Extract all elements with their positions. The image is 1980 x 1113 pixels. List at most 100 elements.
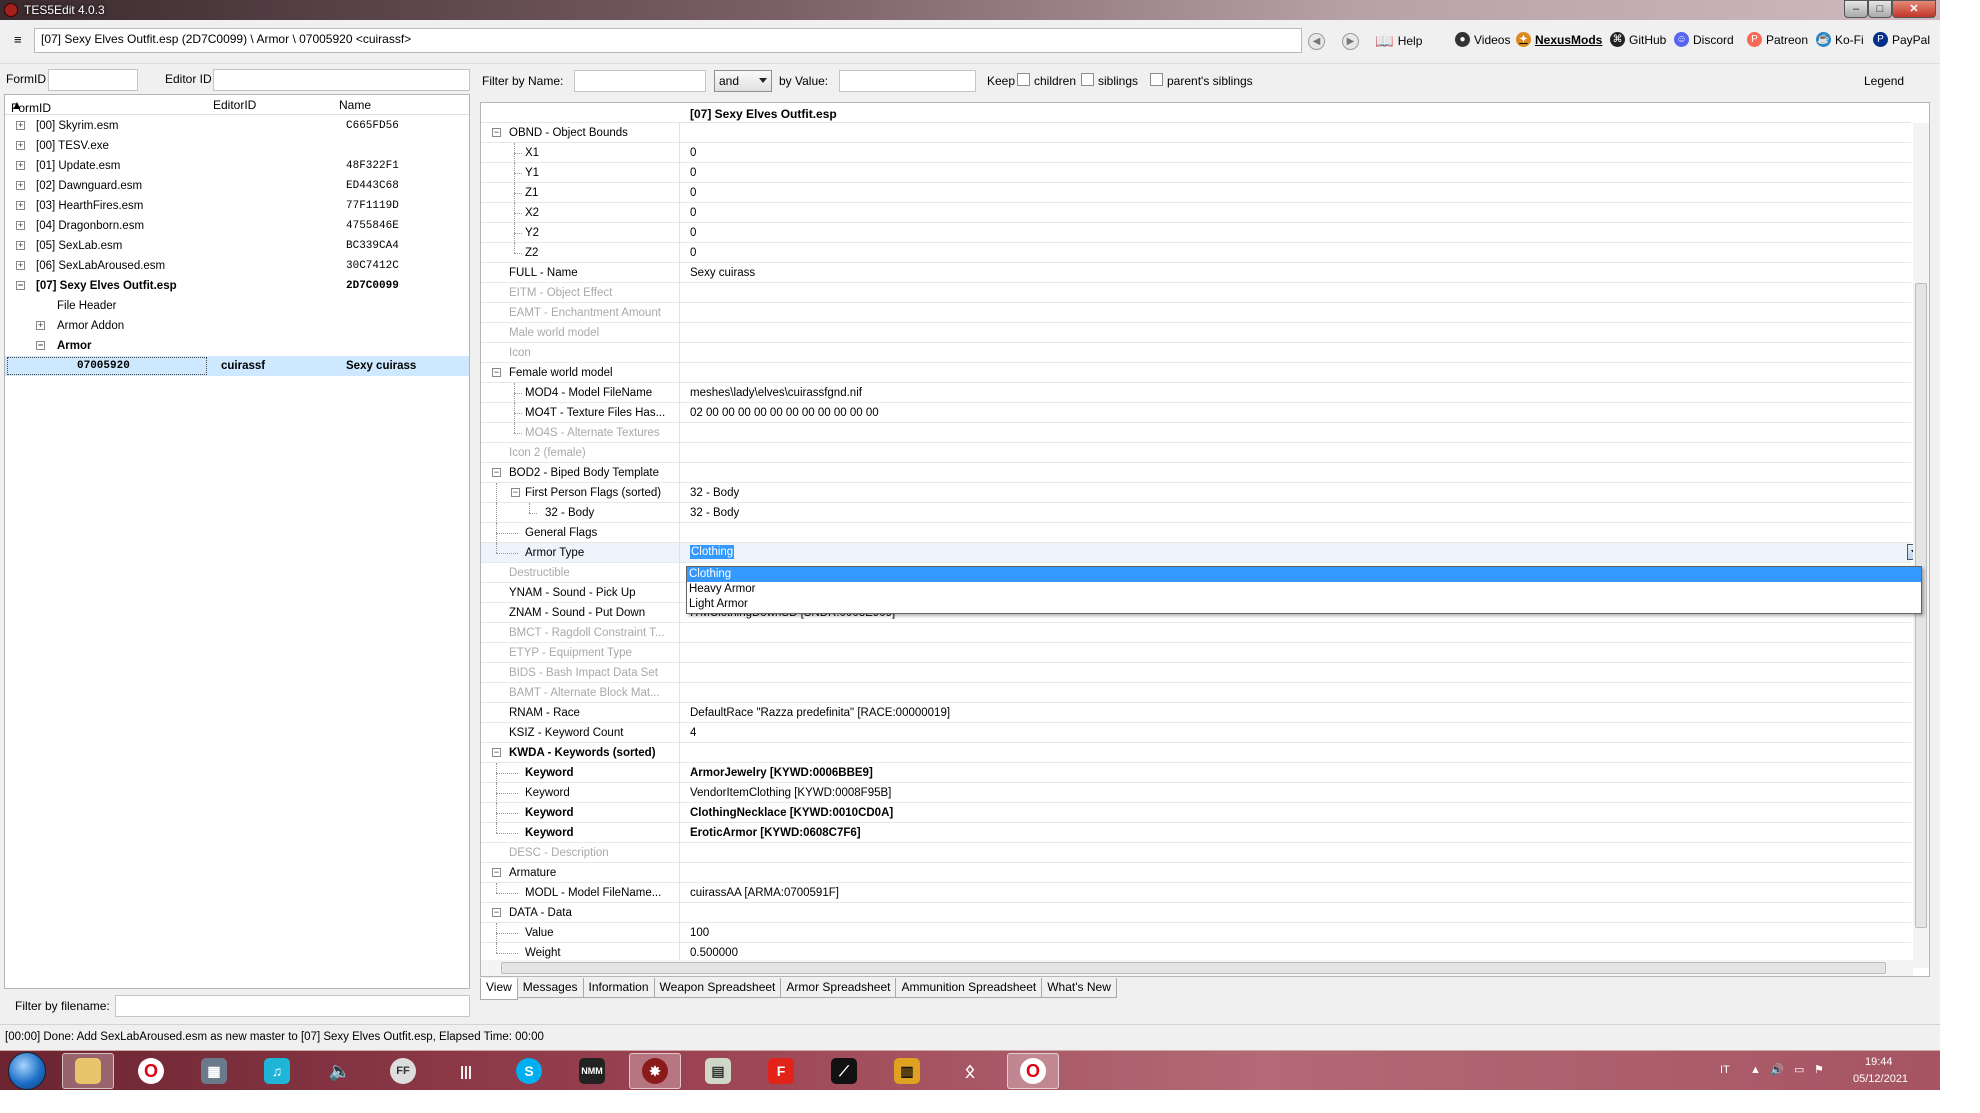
taskbar-foxit[interactable]: F [755,1053,807,1089]
field-row[interactable]: − Armature [481,863,1911,883]
field-row[interactable]: X1 0 [481,143,1911,163]
collapse-icon[interactable]: − [492,748,501,757]
nexusmods-link[interactable]: ✦ NexusMods [1516,32,1602,47]
taskbar-app[interactable]: ▦ [188,1053,240,1089]
tree-row[interactable]: + [05] SexLab.esm BC339CA4 [5,236,469,256]
tab-information[interactable]: Information [582,978,655,998]
field-row[interactable]: ETYP - Equipment Type [481,643,1911,663]
taskbar-opera[interactable]: O [125,1053,177,1089]
option-clothing[interactable]: Clothing [687,567,1921,582]
forward-icon[interactable]: ▶ [1342,33,1359,50]
record-view[interactable]: [07] Sexy Elves Outfit.esp − OBND - Objec… [480,102,1930,977]
record-path-field[interactable]: [07] Sexy Elves Outfit.esp (2D7C0099) \ … [34,28,1302,53]
field-row[interactable]: Z2 0 [481,243,1911,263]
taskbar-app3[interactable]: ▥ [881,1053,933,1089]
field-row[interactable]: Icon [481,343,1911,363]
field-row[interactable]: MOD4 - Model FileName meshes\lady\elves\c… [481,383,1911,403]
field-row[interactable]: General Flags [481,523,1911,543]
armor-type-combobox[interactable]: Clothing [690,545,735,559]
taskbar-notes[interactable]: ▤ [692,1053,744,1089]
field-row[interactable]: Icon 2 (female) [481,443,1911,463]
collapse-icon[interactable]: − [492,868,501,877]
clock-time[interactable]: 19:44 [1865,1056,1893,1068]
tab-whats-new[interactable]: What's New [1041,978,1117,998]
network-icon[interactable]: ▭ [1794,1063,1804,1076]
expand-icon[interactable]: + [16,181,25,190]
field-row[interactable]: − KWDA - Keywords (sorted) [481,743,1911,763]
field-row[interactable]: DESC - Description [481,843,1911,863]
taskbar-music[interactable]: ♫ [251,1053,303,1089]
column-formid[interactable]: FormID ▲ [11,98,51,115]
taskbar-skyrim[interactable]: ᛟ [944,1053,996,1089]
field-row[interactable]: − Female world model [481,363,1911,383]
field-row[interactable]: Male world model [481,323,1911,343]
field-row[interactable]: BAMT - Alternate Block Mat... [481,683,1911,703]
field-row[interactable]: MO4S - Alternate Textures [481,423,1911,443]
record-tree[interactable]: FormID ▲ EditorID Name + [00] Skyrim.esm C… [4,94,470,989]
filter-name-input[interactable] [574,70,706,92]
language-indicator[interactable]: IT [1720,1064,1730,1076]
field-row[interactable]: 32 - Body 32 - Body [481,503,1911,523]
field-row[interactable]: Y2 0 [481,223,1911,243]
tree-row[interactable]: + [06] SexLabAroused.esm 30C7412C [5,256,469,276]
github-link[interactable]: ⌘ GitHub [1610,32,1666,47]
keep-children-checkbox[interactable] [1017,73,1030,86]
taskbar-mixer[interactable]: ||| [440,1053,492,1089]
option-light-armor[interactable]: Light Armor [687,597,1921,612]
field-row[interactable]: X2 0 [481,203,1911,223]
patreon-link[interactable]: P Patreon [1747,32,1808,47]
menu-icon[interactable]: ≡ [14,33,26,46]
field-row[interactable]: Value 100 [481,923,1911,943]
videos-link[interactable]: ● Videos [1455,32,1510,47]
tree-row[interactable]: + [03] HearthFires.esm 77F1119D [5,196,469,216]
option-heavy-armor[interactable]: Heavy Armor [687,582,1921,597]
taskbar-audio[interactable]: 🔈 [314,1053,366,1089]
kofi-link[interactable]: ☕ Ko-Fi [1816,32,1864,47]
collapse-icon[interactable]: − [511,488,520,497]
field-row[interactable]: RNAM - Race DefaultRace "Razza predefinit… [481,703,1911,723]
taskbar-ffdec[interactable]: FF [377,1053,429,1089]
tree-row-selected[interactable]: 07005920 cuirassf Sexy cuirass [5,356,469,376]
field-row[interactable]: Keyword EroticArmor [KYWD:0608C7F6] [481,823,1911,843]
editorid-input[interactable] [213,69,470,91]
field-row[interactable]: BMCT - Ragdoll Constraint T... [481,623,1911,643]
tree-row[interactable]: − Armor [5,336,469,356]
taskbar-nmm[interactable]: NMM [566,1053,618,1089]
formid-input[interactable] [48,69,138,91]
tree-row[interactable]: File Header [5,296,469,316]
help-link[interactable]: 📖 Help [1375,32,1422,50]
tray-arrow-icon[interactable]: ▲ [1750,1064,1761,1076]
keep-siblings-checkbox[interactable] [1081,73,1094,86]
tree-row[interactable]: + [04] Dragonborn.esm 4755846E [5,216,469,236]
scroll-thumb[interactable] [501,962,1886,974]
expand-icon[interactable]: + [16,261,25,270]
tab-view[interactable]: View [480,978,518,1000]
field-row[interactable]: EAMT - Enchantment Amount [481,303,1911,323]
expand-icon[interactable]: + [16,121,25,130]
start-button[interactable] [8,1052,46,1090]
collapse-icon[interactable]: − [492,368,501,377]
field-row[interactable]: MODL - Model FileName... cuirassAA [ARMA:… [481,883,1911,903]
minimize-button[interactable]: – [1844,0,1868,18]
collapse-icon[interactable]: − [492,128,501,137]
tab-messages[interactable]: Messages [516,978,584,998]
tree-row[interactable]: + [02] Dawnguard.esm ED443C68 [5,176,469,196]
discord-link[interactable]: ☺ Discord [1674,32,1734,47]
close-button[interactable]: ✕ [1892,0,1936,18]
field-row[interactable]: KSIZ - Keyword Count 4 [481,723,1911,743]
vertical-scrollbar[interactable] [1913,123,1929,968]
field-row[interactable]: Z1 0 [481,183,1911,203]
field-row[interactable]: − First Person Flags (sorted) 32 - Body [481,483,1911,503]
collapse-icon[interactable]: − [36,341,45,350]
field-row[interactable]: FULL - Name Sexy cuirass [481,263,1911,283]
tree-row[interactable]: + [00] TESV.exe [5,136,469,156]
legend-button[interactable]: Legend [1864,74,1904,88]
clock-date[interactable]: 05/12/2021 [1853,1073,1908,1085]
tab-armor-spreadsheet[interactable]: Armor Spreadsheet [780,978,897,998]
expand-icon[interactable]: + [16,241,25,250]
filter-value-input[interactable] [839,70,976,92]
tab-ammunition-spreadsheet[interactable]: Ammunition Spreadsheet [895,978,1043,998]
taskbar-tes5edit[interactable]: ✸ [629,1053,681,1089]
expand-icon[interactable]: + [36,321,45,330]
tab-weapon-spreadsheet[interactable]: Weapon Spreadsheet [653,978,782,998]
